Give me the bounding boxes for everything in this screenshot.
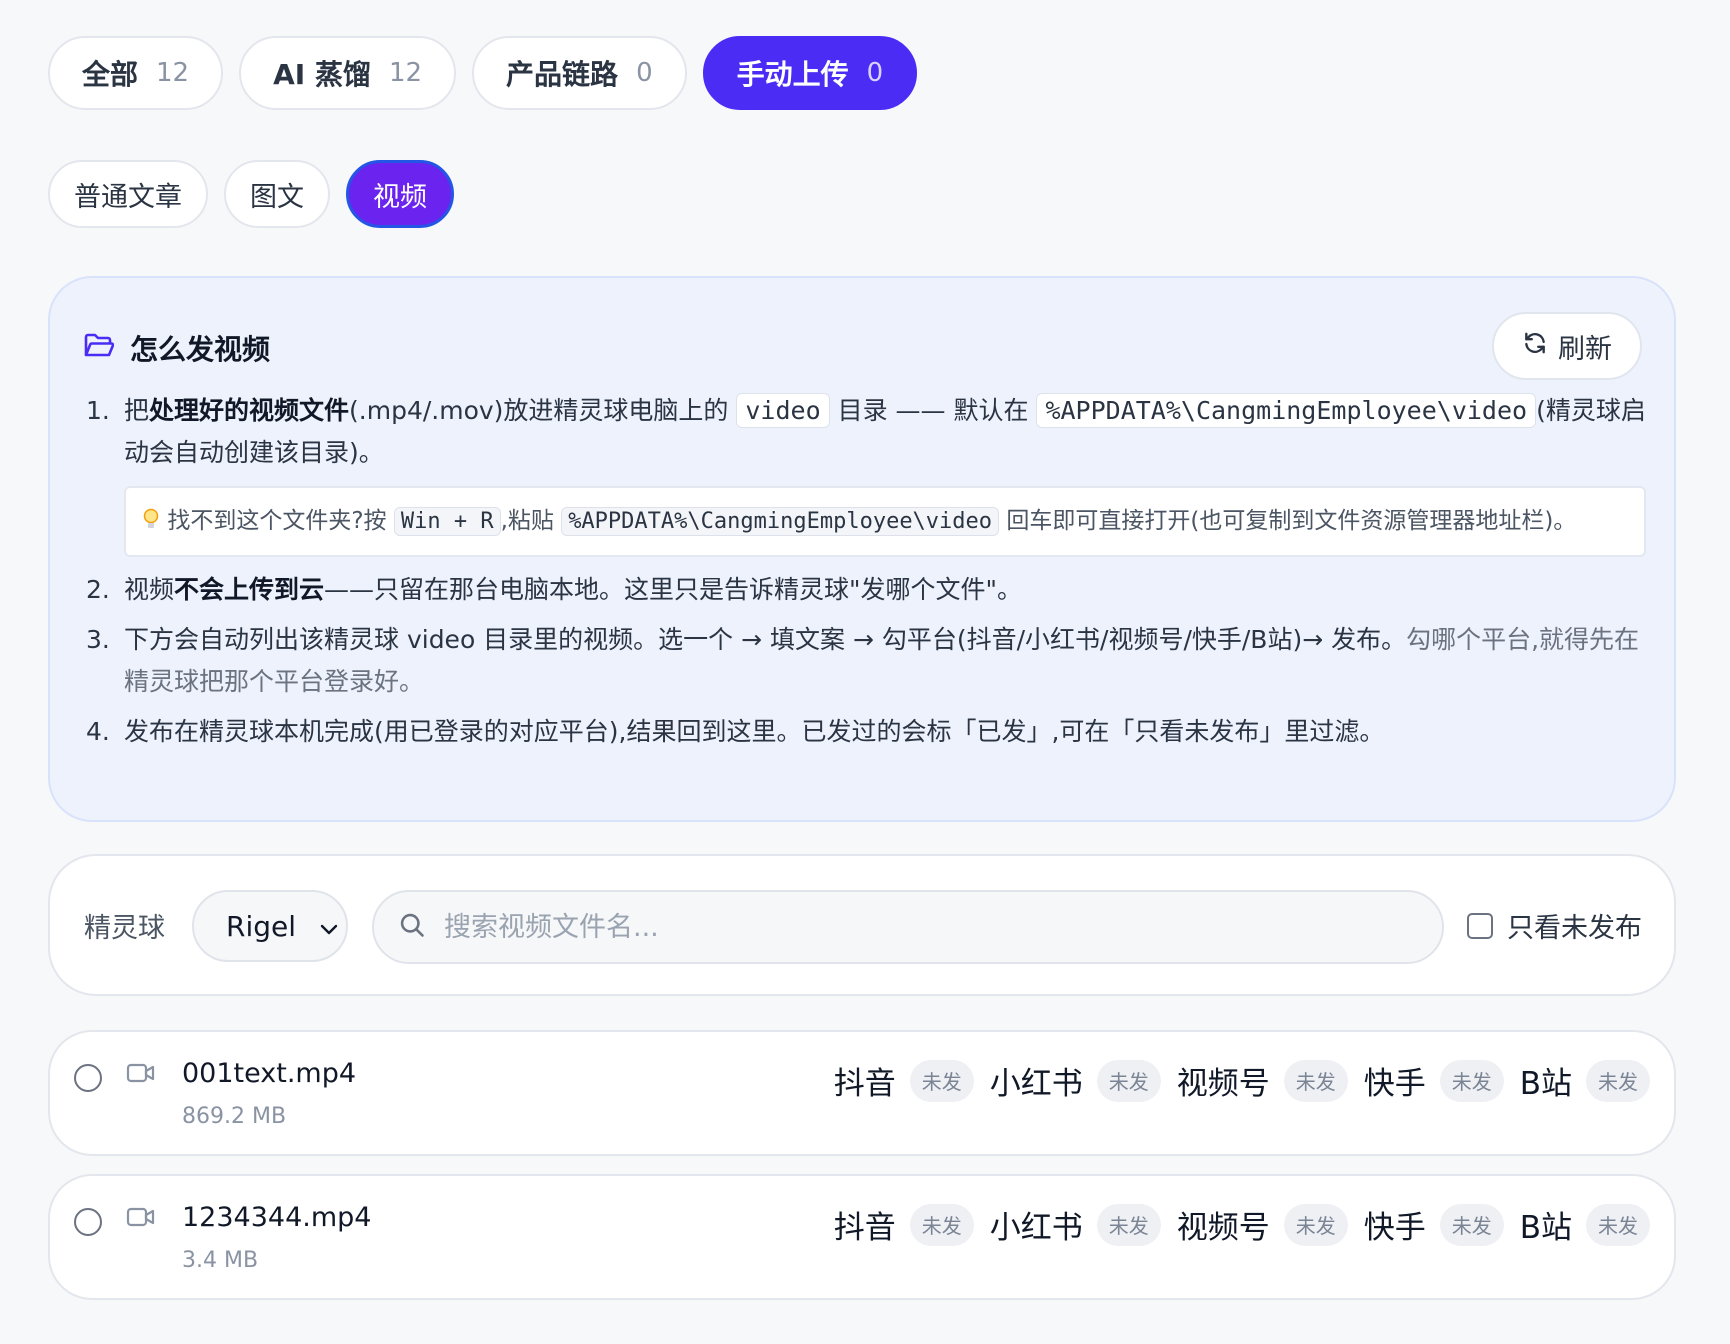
platform-shipinhao: 视频号: [1176, 1066, 1270, 1102]
source-tabs: 全部 12 AI 蒸馏 12 产品链路 0 手动上传 0: [48, 36, 918, 110]
platform-douyin: 抖音: [833, 1210, 896, 1246]
status-badge: 未发: [1439, 1059, 1504, 1102]
only-unpublished-label: 只看未发布: [1507, 913, 1642, 944]
code-shortcut: Win + R: [393, 507, 501, 536]
type-tab-image-text[interactable]: 图文: [224, 160, 330, 228]
step-text: 发布在精灵球本机完成(用已登录的对应平台),结果回到这里。已发过的会标「已发」,…: [124, 717, 1385, 746]
tip-text: 找不到这个文件夹?按: [167, 508, 394, 534]
step-number: 2.: [86, 575, 110, 604]
refresh-icon: [1522, 330, 1548, 363]
type-tab-video[interactable]: 视频: [346, 160, 454, 228]
tab-manual-upload[interactable]: 手动上传 0: [702, 36, 918, 110]
only-unpublished-checkbox[interactable]: [1467, 912, 1493, 939]
step-number: 1.: [86, 396, 110, 425]
platform-xiaohongshu: 小红书: [989, 1210, 1083, 1246]
help-steps: 1. 把处理好的视频文件(.mp4/.mov)放进精灵球电脑上的 video 目…: [86, 390, 1646, 761]
status-badge: 未发: [1096, 1059, 1161, 1102]
status-badge: 未发: [1586, 1203, 1650, 1246]
step-text: (.mp4/.mov)放进精灵球电脑上的: [349, 396, 737, 425]
step-text: 下方会自动列出该精灵球 video 目录里的视频。选一个 → 填文案 → 勾平台…: [124, 625, 1407, 654]
tab-label: 全部: [82, 58, 139, 91]
file-name: 1234344.mp4: [182, 1202, 372, 1233]
platform-kuaishou: 快手: [1363, 1066, 1426, 1102]
file-size: 3.4 MB: [182, 1248, 259, 1273]
file-row[interactable]: 1234344.mp4 3.4 MB 抖音 未发 小红书 未发 视频号 未发 快…: [48, 1174, 1676, 1300]
status-badge: 未发: [1096, 1203, 1161, 1246]
status-badge: 未发: [909, 1203, 974, 1246]
filter-bar: 精灵球 Rigel 只看未发布: [48, 854, 1676, 996]
step-text: 把: [124, 396, 150, 425]
tab-label: 产品链路: [506, 58, 619, 91]
platform-xiaohongshu: 小红书: [989, 1066, 1083, 1102]
step-bold: 处理好的视频文件: [149, 396, 350, 425]
platform-shipinhao: 视频号: [1176, 1210, 1270, 1246]
help-title: 怎么发视频: [130, 333, 271, 366]
file-name: 001text.mp4: [182, 1058, 357, 1089]
video-camera-icon: [126, 1062, 156, 1088]
status-badge: 未发: [909, 1059, 974, 1102]
device-select-value: Rigel: [226, 909, 297, 943]
tab-count: 0: [636, 58, 653, 88]
refresh-button[interactable]: 刷新: [1492, 312, 1642, 380]
file-radio[interactable]: [74, 1208, 102, 1236]
status-badge: 未发: [1283, 1059, 1348, 1102]
search-input[interactable]: [444, 911, 1404, 943]
type-tabs: 普通文章 图文 视频: [48, 160, 454, 228]
tab-label: 手动上传: [736, 58, 849, 91]
status-badge: 未发: [1439, 1203, 1504, 1246]
help-step-3: 3. 下方会自动列出该精灵球 video 目录里的视频。选一个 → 填文案 → …: [86, 619, 1646, 703]
help-tip: 找不到这个文件夹?按 Win + R ,粘贴 %APPDATA%\Cangming…: [124, 486, 1646, 557]
tip-text: ,粘贴: [500, 508, 562, 534]
code-path: %APPDATA%\CangmingEmployee\video: [561, 507, 1000, 536]
step-text: 目录 —— 默认在: [829, 396, 1037, 425]
platform-status-list: 抖音 未发 小红书 未发 视频号 未发 快手 未发 B站 未发: [834, 1202, 1652, 1247]
tab-product-link[interactable]: 产品链路 0: [472, 36, 687, 110]
refresh-label: 刷新: [1558, 333, 1612, 365]
tab-label: AI 蒸馏: [273, 58, 371, 91]
platform-douyin: 抖音: [833, 1066, 896, 1102]
tab-count: 0: [866, 58, 884, 88]
search-box[interactable]: [372, 890, 1444, 964]
tab-ai-distill[interactable]: AI 蒸馏 12: [239, 36, 457, 110]
only-unpublished-toggle[interactable]: 只看未发布: [1467, 906, 1642, 945]
tab-all[interactable]: 全部 12: [48, 36, 224, 110]
chevron-down-icon: [320, 910, 338, 943]
video-camera-icon: [126, 1206, 156, 1232]
lightbulb-icon: [142, 508, 167, 534]
help-header: 怎么发视频: [84, 328, 270, 368]
step-bold: 不会上传到云: [174, 575, 325, 604]
tip-text: 回车即可直接打开(也可复制到文件资源管理器地址栏)。: [999, 508, 1577, 534]
platform-status-list: 抖音 未发 小红书 未发 视频号 未发 快手 未发 B站 未发: [834, 1058, 1652, 1103]
platform-bilibili: B站: [1519, 1066, 1572, 1102]
search-icon: [398, 911, 426, 943]
status-badge: 未发: [1283, 1203, 1348, 1246]
step-text: ——只留在那台电脑本地。这里只是告诉精灵球"发哪个文件"。: [324, 575, 1023, 604]
step-number: 4.: [86, 717, 110, 746]
status-badge: 未发: [1586, 1059, 1650, 1102]
help-step-2: 2. 视频不会上传到云——只留在那台电脑本地。这里只是告诉精灵球"发哪个文件"。: [86, 569, 1646, 611]
help-step-1: 1. 把处理好的视频文件(.mp4/.mov)放进精灵球电脑上的 video 目…: [86, 390, 1646, 474]
code-default-path: %APPDATA%\CangmingEmployee\video: [1036, 393, 1537, 428]
tab-count: 12: [388, 58, 423, 88]
help-step-4: 4. 发布在精灵球本机完成(用已登录的对应平台),结果回到这里。已发过的会标「已…: [86, 711, 1646, 753]
device-select[interactable]: Rigel: [192, 890, 348, 962]
platform-kuaishou: 快手: [1363, 1210, 1426, 1246]
device-label: 精灵球: [84, 913, 165, 944]
platform-bilibili: B站: [1519, 1210, 1572, 1246]
file-size: 869.2 MB: [182, 1104, 287, 1129]
file-radio[interactable]: [74, 1064, 102, 1092]
tab-count: 12: [156, 58, 190, 88]
step-text: 视频: [124, 575, 175, 604]
type-tab-article[interactable]: 普通文章: [48, 160, 208, 228]
file-row[interactable]: 001text.mp4 869.2 MB 抖音 未发 小红书 未发 视频号 未发…: [48, 1030, 1676, 1156]
step-number: 3.: [86, 625, 110, 654]
help-card: 怎么发视频 刷新 1. 把处理好的视频文件(.mp4/.mov)放进精灵球电脑上…: [48, 276, 1676, 822]
folder-open-icon: [84, 333, 115, 363]
code-video-dir: video: [736, 393, 830, 428]
page: 全部 12 AI 蒸馏 12 产品链路 0 手动上传 0 普通文章 图文 视频: [0, 0, 1730, 1344]
